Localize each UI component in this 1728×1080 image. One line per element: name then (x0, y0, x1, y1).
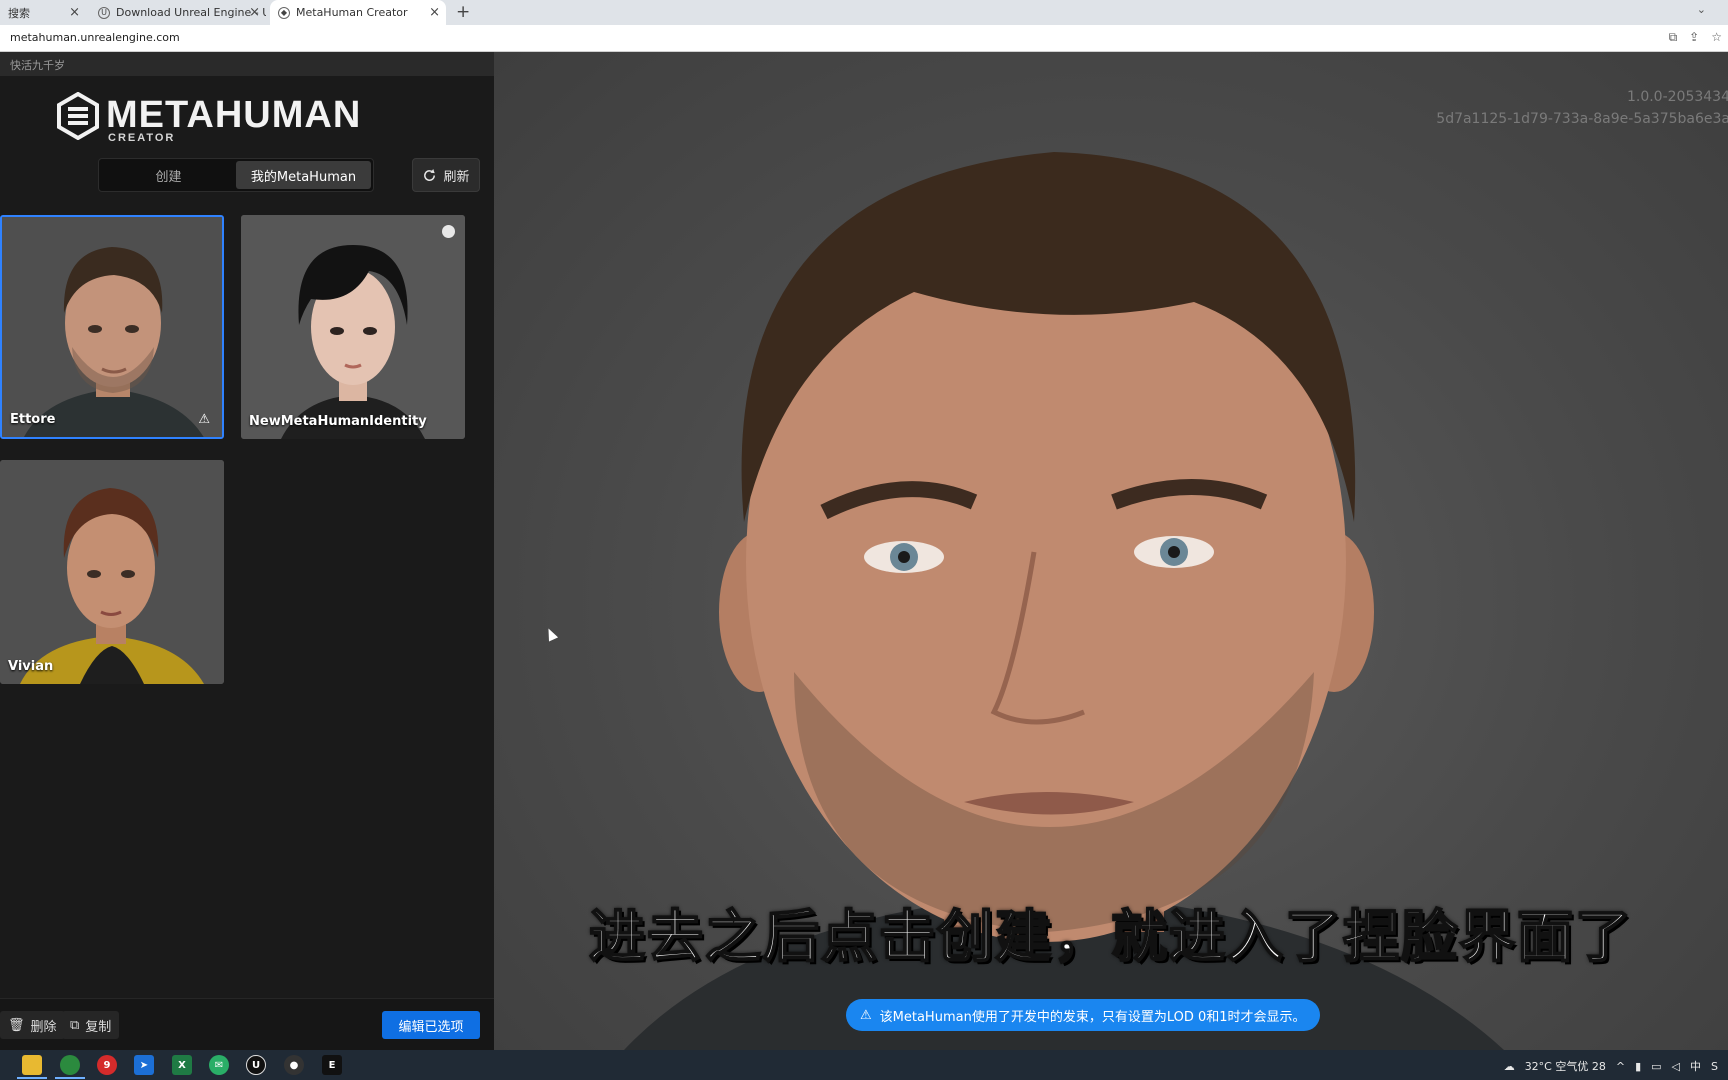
metahuman-logo: METAHUMAN CREATOR (56, 92, 426, 152)
os-taskbar: 9 ➤ X ✉ U ● E ☁ 32°C 空气优 28 ^ ▮ ▭ ◁ 中 S (0, 1050, 1728, 1080)
metahuman-card-newmetahumanidentity[interactable]: NewMetaHumanIdentity (241, 215, 465, 439)
tab-download-unreal[interactable]: U Download Unreal Engine - Unreal × (90, 0, 266, 25)
feishu-icon[interactable]: ➤ (134, 1055, 154, 1075)
netease-music-icon[interactable]: 9 (97, 1055, 117, 1075)
weather-text[interactable]: 32°C 空气优 28 (1525, 1058, 1606, 1074)
tab-metahuman-creator[interactable]: ◆ MetaHuman Creator × (270, 0, 446, 25)
trash-icon: 🗑 (8, 1017, 25, 1033)
excel-icon[interactable]: X (172, 1055, 192, 1075)
card-name: Ettore (10, 412, 56, 427)
browser-tab-bar: 搜索 × U Download Unreal Engine - Unreal ×… (0, 0, 1728, 25)
vivian-portrait (0, 460, 224, 684)
edit-selected-button[interactable]: 编辑已选项 (382, 1011, 480, 1039)
metahuman-sidebar: 快活九千岁 METAHUMAN CREATOR 创建 我的MetaHuman 刷… (0, 52, 494, 1050)
unreal-favicon-icon: U (98, 6, 110, 19)
warning-icon: ⚠ (860, 1007, 872, 1023)
tab-search[interactable]: 搜索 × (0, 0, 86, 25)
metahuman-favicon-icon: ◆ (278, 6, 290, 19)
translate-icon[interactable]: ⧉ (1669, 30, 1678, 45)
url-text[interactable]: metahuman.unrealengine.com (10, 31, 180, 44)
hair-lod-notice: ⚠ 该MetaHuman使用了开发中的发束，只有设置为LOD 0和1时才会显示。 (846, 999, 1320, 1031)
system-tray: ☁ 32°C 空气优 28 ^ ▮ ▭ ◁ 中 S (1504, 1058, 1718, 1074)
refresh-button[interactable]: 刷新 (412, 158, 480, 192)
close-tab-icon[interactable]: × (249, 5, 260, 20)
card-name: Vivian (8, 659, 54, 674)
logo-wordmark: METAHUMAN (106, 94, 362, 136)
address-bar: metahuman.unrealengine.com ⧉ ⇪ ☆ (0, 25, 1728, 52)
close-tab-icon[interactable]: × (69, 5, 80, 20)
share-icon[interactable]: ⇪ (1689, 30, 1699, 45)
ime-indicator[interactable]: 中 (1690, 1058, 1701, 1074)
build-guid: 5d7a1125-1d79-733a-8a9e-5a375ba6e3a (1436, 111, 1728, 127)
input-tool-icon[interactable]: S (1711, 1060, 1718, 1073)
epic-games-icon[interactable]: E (322, 1055, 342, 1075)
microphone-icon[interactable]: ▮ (1635, 1060, 1641, 1073)
view-switcher: 创建 我的MetaHuman (98, 158, 374, 192)
volume-icon[interactable]: ◁ (1672, 1060, 1680, 1073)
metahuman-card-ettore[interactable]: Ettore ⚠ (0, 215, 224, 439)
metahuman-card-vivian[interactable]: Vivian (0, 460, 224, 684)
newmetahumanidentity-portrait (241, 215, 465, 439)
record-app-icon[interactable]: ● (284, 1055, 304, 1075)
tab-label: MetaHuman Creator (296, 6, 408, 19)
warning-icon: ⚠ (198, 412, 210, 427)
tray-chevron-icon[interactable]: ^ (1616, 1060, 1625, 1073)
delete-button[interactable]: 🗑 删除 (0, 1011, 65, 1039)
active-indicator (17, 1077, 47, 1079)
close-tab-icon[interactable]: × (429, 5, 440, 20)
tab-label: 搜索 (8, 6, 30, 20)
new-tab-button[interactable]: + (456, 2, 470, 22)
weather-icon: ☁ (1503, 1059, 1515, 1073)
version-info: 1.0.0-2053434 5d7a1125-1d79-733a-8a9e-5a… (1436, 86, 1728, 130)
address-bar-actions: ⧉ ⇪ ☆ (1669, 30, 1722, 45)
status-badge-icon (442, 225, 455, 238)
tab-label: Download Unreal Engine - Unreal (116, 6, 266, 19)
duplicate-button[interactable]: ⧉ 复制 (62, 1011, 120, 1039)
logo-subtitle: CREATOR (108, 132, 176, 144)
active-indicator (55, 1077, 85, 1079)
window-title: 快活九千岁 (0, 52, 494, 76)
sidebar-action-bar: 🗑 删除 ⧉ 复制 编辑已选项 (0, 998, 494, 1050)
refresh-label: 刷新 (443, 169, 470, 185)
viewport-3d[interactable]: 1.0.0-2053434 5d7a1125-1d79-733a-8a9e-5a… (494, 52, 1728, 1050)
unreal-engine-icon[interactable]: U (246, 1055, 266, 1075)
video-subtitle: 进去之后点击创建，就进入了捏脸界面了 (588, 904, 1633, 971)
metahuman-logo-icon (57, 92, 99, 140)
chrome-icon[interactable] (60, 1055, 80, 1075)
tab-search-chevron-icon[interactable]: ⌄ (1697, 3, 1706, 16)
bookmark-star-icon[interactable]: ☆ (1711, 30, 1722, 45)
card-name: NewMetaHumanIdentity (249, 414, 427, 429)
tab-my-metahuman[interactable]: 我的MetaHuman (236, 161, 371, 189)
duplicate-icon: ⧉ (70, 1017, 80, 1033)
ettore-portrait (2, 217, 222, 437)
notice-text: 该MetaHuman使用了开发中的发束，只有设置为LOD 0和1时才会显示。 (879, 1009, 1306, 1025)
file-explorer-icon[interactable] (22, 1055, 42, 1075)
delete-label: 删除 (30, 1019, 57, 1035)
tab-create[interactable]: 创建 (101, 161, 236, 189)
duplicate-label: 复制 (85, 1019, 112, 1035)
wechat-icon[interactable]: ✉ (209, 1055, 229, 1075)
network-icon[interactable]: ▭ (1651, 1060, 1661, 1073)
refresh-icon (424, 168, 436, 181)
version-number: 1.0.0-2053434 (1626, 89, 1728, 105)
